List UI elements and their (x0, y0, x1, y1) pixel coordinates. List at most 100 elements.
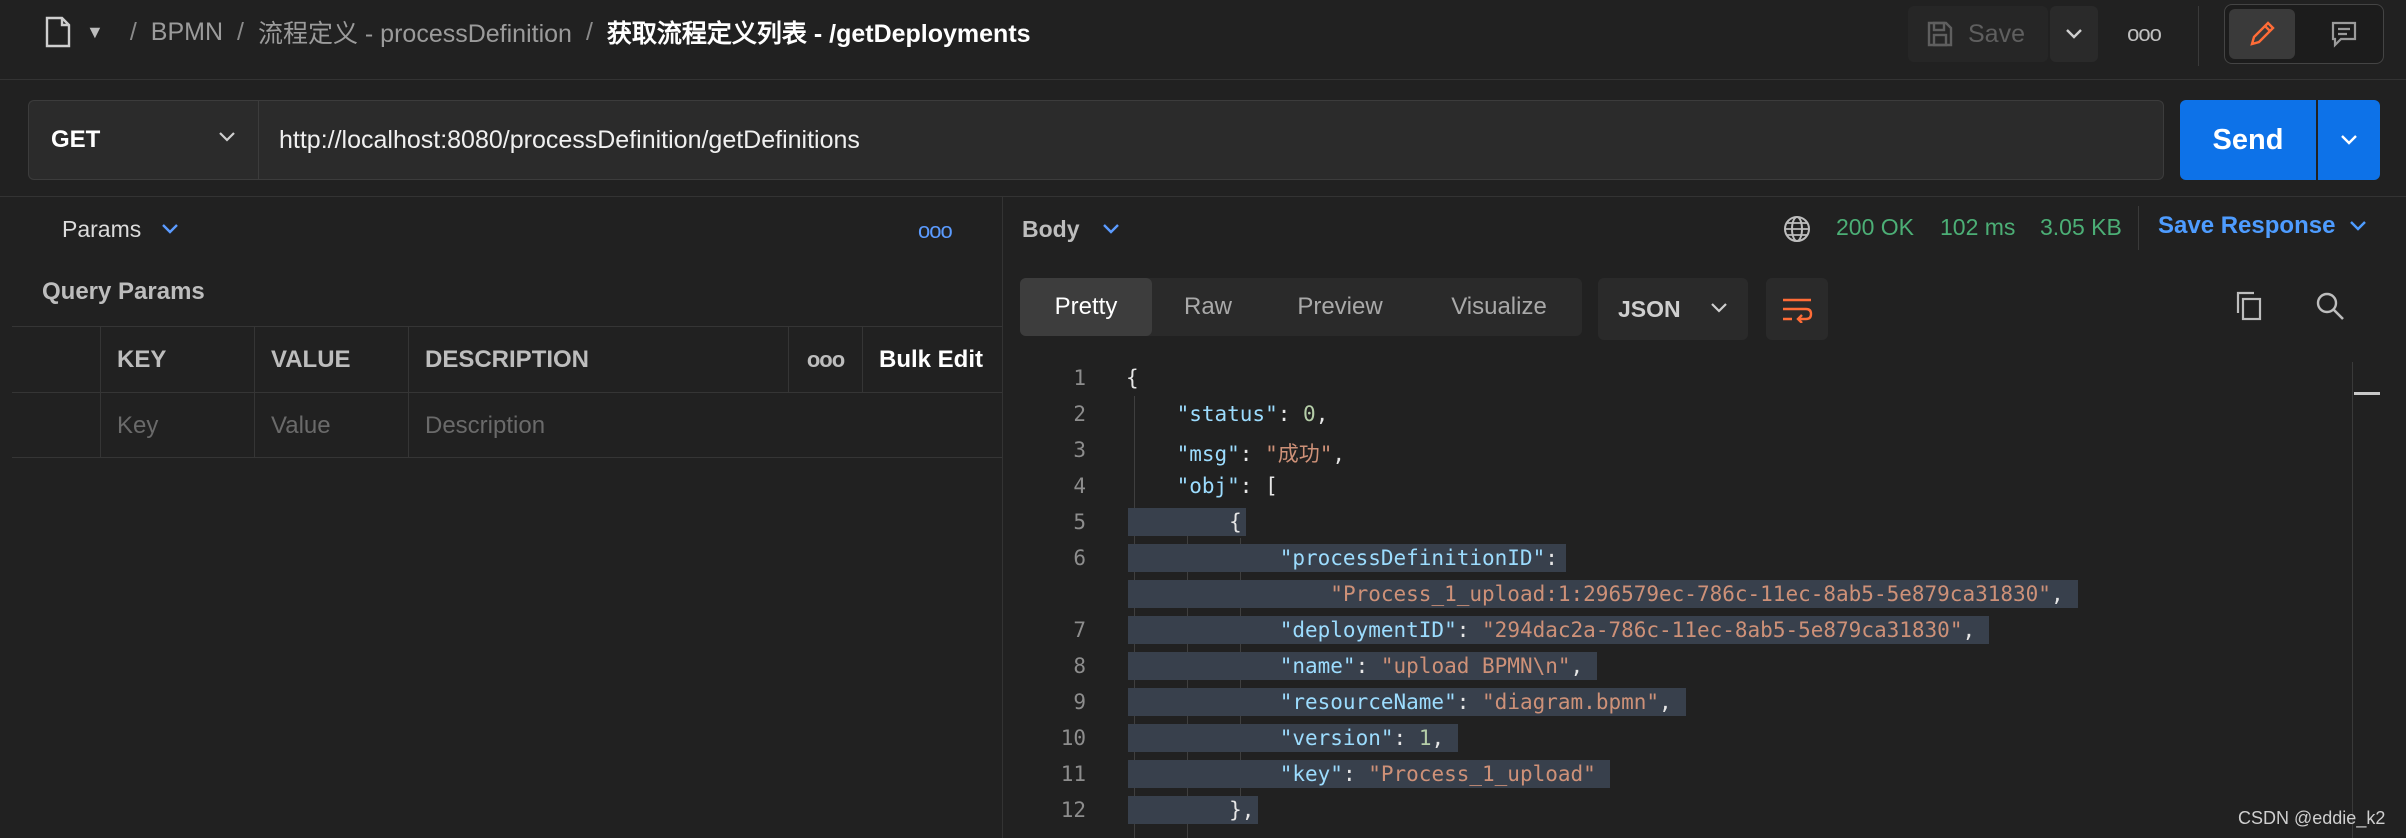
pencil-icon (2250, 21, 2275, 46)
tab-preview[interactable]: Preview (1264, 278, 1416, 336)
wrap-lines-button[interactable] (1766, 278, 1828, 340)
response-time[interactable]: 102 ms (1940, 214, 2015, 241)
code-line: "obj": [ (1176, 474, 1278, 498)
description-input[interactable]: Description (408, 393, 1002, 458)
save-response-button[interactable]: Save Response (2158, 212, 2367, 240)
tab-params[interactable]: Params (62, 212, 179, 246)
url-input[interactable]: http://localhost:8080/processDefinition/… (258, 100, 2164, 180)
method-label: GET (51, 126, 101, 153)
line-number: 3 (1073, 438, 1086, 462)
breadcrumb-separator: / (237, 17, 244, 46)
save-dropdown-button[interactable] (2050, 6, 2098, 62)
comment-mode-button[interactable] (2311, 9, 2377, 59)
pane-divider[interactable] (1002, 196, 1003, 838)
top-bar: ▼ / BPMN / 流程定义 - processDefinition / 获取… (0, 0, 2406, 80)
line-number: 7 (1073, 618, 1086, 642)
code-line-selected: { (1128, 508, 1246, 536)
document-icon[interactable] (44, 16, 72, 48)
tab-body[interactable]: Body (1022, 212, 1120, 246)
tab-params-label: Params (62, 215, 142, 242)
scrollbar[interactable] (2352, 362, 2353, 838)
columns-more-button[interactable]: ooo (788, 327, 862, 392)
breadcrumb-item-folder[interactable]: 流程定义 - processDefinition (258, 14, 572, 50)
save-response-label: Save Response (2158, 212, 2336, 239)
send-button[interactable]: Send (2180, 100, 2316, 180)
params-more-button[interactable]: ooo (918, 218, 953, 244)
line-number: 9 (1073, 690, 1086, 714)
code-line-selected: "deploymentID": "294dac2a-786c-11ec-8ab5… (1128, 616, 1990, 644)
watermark-text: CSDN @eddie_k2 (2238, 808, 2386, 828)
code-line: { (1126, 366, 1139, 390)
code-line-selected: "Process_1_upload:1:296579ec-786c-11ec-8… (1128, 580, 2078, 608)
column-header-key: KEY (100, 327, 254, 392)
line-number: 4 (1073, 474, 1086, 498)
table-header-row: KEY VALUE DESCRIPTION ooo Bulk Edit (12, 326, 1002, 392)
code-line-selected: "resourceName": "diagram.bpmn", (1128, 688, 1686, 716)
format-select[interactable]: JSON (1598, 278, 1748, 340)
edit-mode-button[interactable] (2229, 9, 2295, 59)
code-line-selected: "processDefinitionID": (1128, 544, 1566, 572)
globe-icon[interactable] (1782, 214, 1812, 244)
code-line-selected: "key": "Process_1_upload" (1128, 760, 1610, 788)
code-line-selected: "version": 1, (1128, 724, 1459, 752)
breadcrumb: ▼ / BPMN / 流程定义 - processDefinition / 获取… (44, 14, 1031, 50)
line-number: 12 (1060, 798, 1086, 822)
response-body-editor[interactable]: 1 { 2 "status": 0, 3 "msg": "成功", 4 "obj… (1022, 362, 2352, 838)
line-number: 6 (1073, 546, 1086, 570)
line-number: 11 (1060, 762, 1086, 786)
chevron-down-icon (1711, 303, 1727, 313)
line-number: 10 (1060, 726, 1086, 750)
code-line: "status": 0, (1176, 402, 1329, 426)
divider (2198, 6, 2199, 66)
line-number: 1 (1073, 366, 1086, 390)
format-label: JSON (1618, 295, 1681, 322)
divider (2138, 206, 2139, 250)
send-dropdown-button[interactable] (2318, 100, 2380, 180)
chevron-down-icon (219, 132, 235, 142)
url-text: http://localhost:8080/processDefinition/… (279, 125, 860, 154)
breadcrumb-current-request[interactable]: 获取流程定义列表 - /getDeployments (607, 14, 1031, 50)
line-number: 2 (1073, 402, 1086, 426)
query-params-title: Query Params (42, 278, 205, 305)
more-options-button[interactable]: ooo (2124, 14, 2164, 54)
status-code[interactable]: 200 OK (1836, 214, 1914, 241)
divider (0, 196, 2406, 197)
scrollbar-thumb[interactable] (2354, 392, 2380, 395)
code-line: "msg": "成功", (1176, 442, 1346, 466)
chevron-down-icon (162, 224, 179, 234)
caret-down-icon[interactable]: ▼ (86, 22, 104, 43)
line-number: 8 (1073, 654, 1086, 678)
bulk-edit-button[interactable]: Bulk Edit (862, 327, 1002, 392)
breadcrumb-item-collection[interactable]: BPMN (151, 18, 223, 47)
save-label: Save (1968, 19, 2025, 48)
column-header-value: VALUE (254, 327, 408, 392)
breadcrumb-separator: / (129, 17, 137, 46)
tab-visualize[interactable]: Visualize (1416, 278, 1582, 336)
table-row: Key Value Description (12, 392, 1002, 458)
tab-pretty[interactable]: Pretty (1020, 278, 1152, 336)
response-view-tabs: Pretty Raw Preview Visualize (1020, 278, 1582, 336)
code-line-selected: }, (1128, 796, 1259, 824)
response-size[interactable]: 3.05 KB (2040, 214, 2122, 241)
view-mode-toggle (2224, 4, 2384, 64)
save-button[interactable]: Save (1908, 6, 2048, 62)
chevron-down-icon (2066, 29, 2082, 39)
breadcrumb-separator: / (585, 17, 593, 46)
code-line-selected: "name": "upload BPMN\n", (1128, 652, 1598, 680)
column-header-description: DESCRIPTION (408, 327, 800, 392)
chevron-down-icon (1102, 224, 1119, 234)
chevron-down-icon (2341, 135, 2357, 145)
value-input[interactable]: Value (254, 393, 408, 458)
tab-raw[interactable]: Raw (1152, 278, 1264, 336)
copy-icon[interactable] (2234, 290, 2264, 322)
line-number: 5 (1073, 510, 1086, 534)
method-select[interactable]: GET (28, 100, 258, 180)
tab-body-label: Body (1022, 215, 1080, 242)
chevron-down-icon (2350, 221, 2367, 231)
save-icon (1927, 21, 1953, 47)
comment-icon (2331, 21, 2357, 48)
wrap-lines-icon (1783, 298, 1813, 323)
key-input[interactable]: Key (100, 393, 254, 458)
search-icon[interactable] (2314, 290, 2346, 322)
query-params-table: KEY VALUE DESCRIPTION ooo Bulk Edit Key … (12, 326, 1002, 458)
